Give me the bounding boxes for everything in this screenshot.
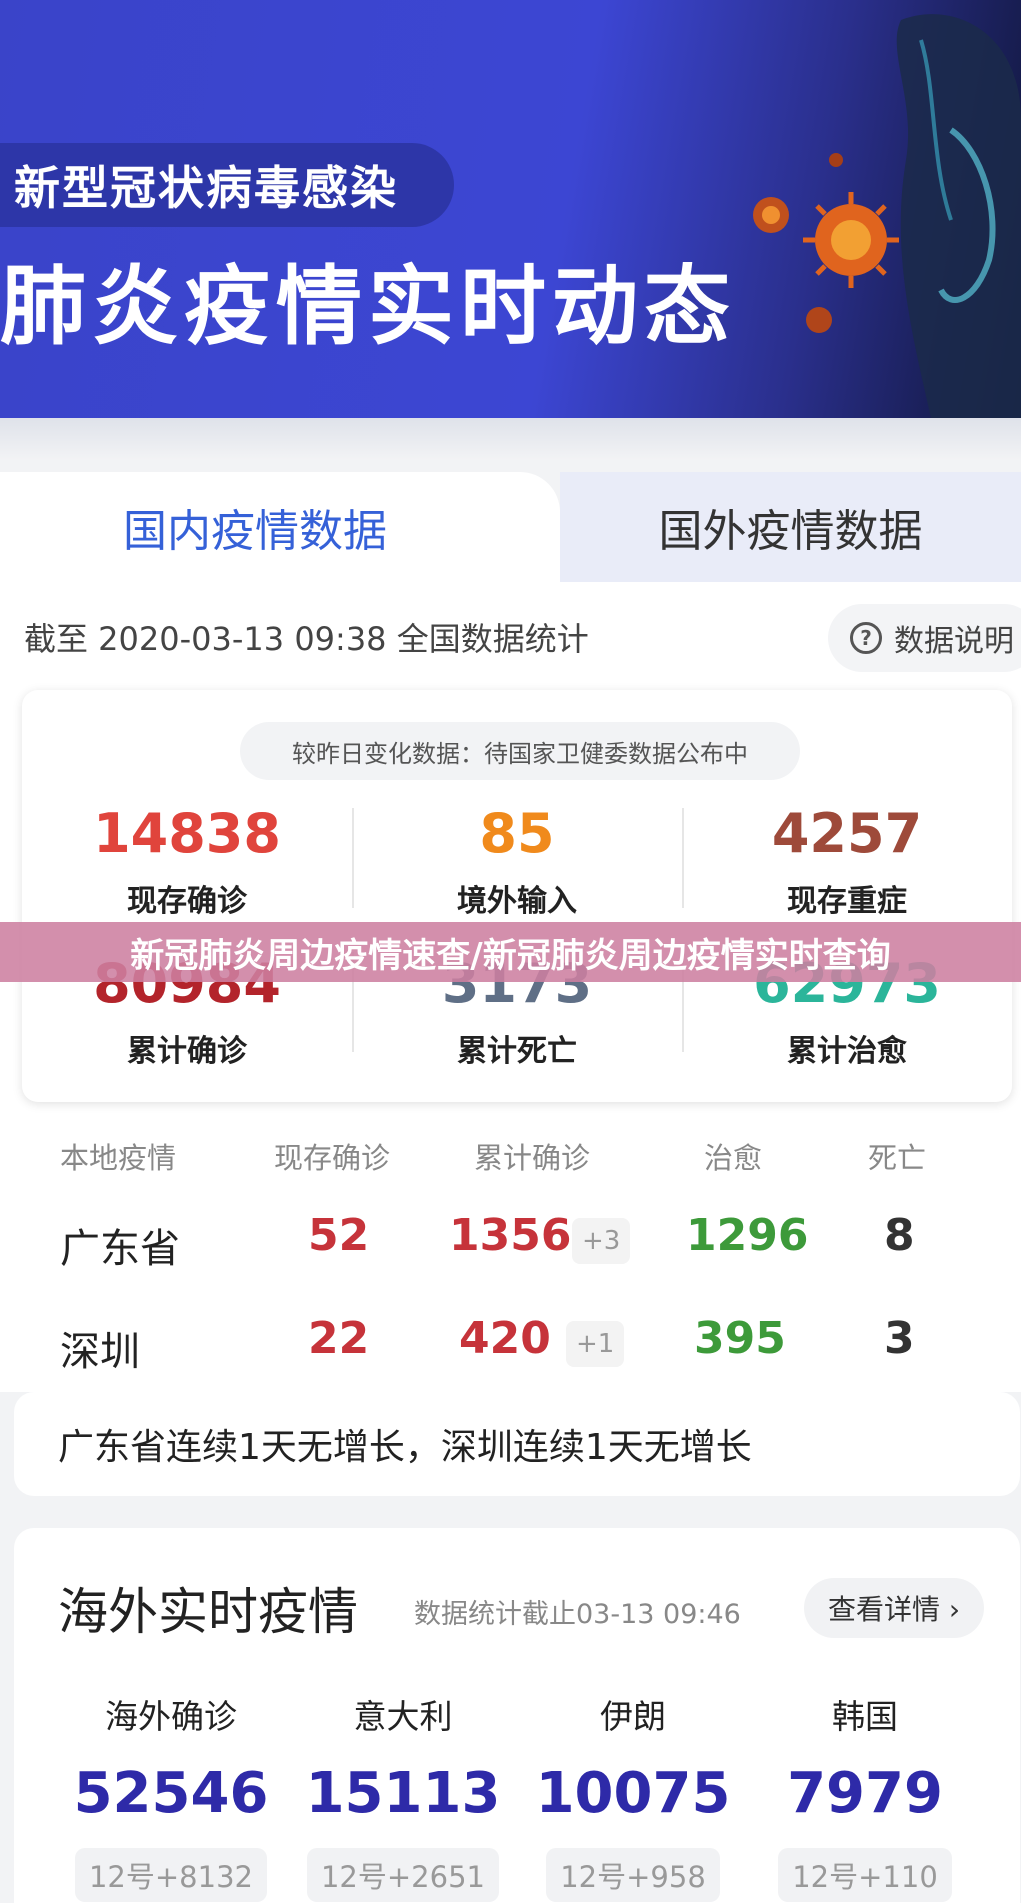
country-value: 15113 bbox=[305, 1761, 501, 1826]
country-delta: 12号+2651 bbox=[306, 1848, 499, 1902]
view-details-button[interactable]: 查看详情 › bbox=[804, 1578, 984, 1638]
region-name: 广东省 bbox=[60, 1226, 180, 1272]
cured: 1296 bbox=[686, 1210, 809, 1261]
overseas-title: 海外实时疫情 bbox=[58, 1583, 358, 1641]
overseas-stat: 意大利 15113 12号+2651 bbox=[288, 1690, 518, 1902]
current-confirmed: 52 bbox=[308, 1210, 370, 1261]
increase-badge: +1 bbox=[566, 1321, 625, 1367]
stat-label: 累计死亡 bbox=[457, 1034, 577, 1069]
stat-label: 境外输入 bbox=[457, 884, 577, 919]
question-icon: ? bbox=[850, 622, 882, 654]
hero-banner: 新型冠状病毒感染 肺炎疫情实时动态 bbox=[0, 0, 1021, 418]
country-value: 10075 bbox=[535, 1761, 731, 1826]
stat-value: 14838 bbox=[93, 802, 281, 865]
total-confirmed: 420 bbox=[459, 1313, 551, 1364]
growth-notice: 广东省连续1天无增长，深圳连续1天无增长 bbox=[14, 1392, 1020, 1496]
table-row[interactable]: 深圳 22 420 +1 395 3 bbox=[0, 1313, 1021, 1393]
overseas-stat: 海外确诊 52546 12号+8132 bbox=[56, 1690, 286, 1902]
stats-card: 较昨日变化数据：待国家卫健委数据公布中 14838 现存确诊 85 境外输入 4… bbox=[22, 690, 1012, 1102]
change-note: 较昨日变化数据：待国家卫健委数据公布中 bbox=[240, 722, 800, 780]
data-explanation-button[interactable]: ? 数据说明 bbox=[828, 604, 1021, 672]
stat-label: 现存确诊 bbox=[127, 884, 247, 919]
total-confirmed: 1356 bbox=[449, 1210, 572, 1261]
deaths: 8 bbox=[884, 1210, 915, 1261]
country-name: 海外确诊 bbox=[105, 1697, 237, 1736]
banner-subtitle: 新型冠状病毒感染 bbox=[0, 143, 454, 227]
overseas-timestamp: 数据统计截止03-13 09:46 bbox=[414, 1599, 741, 1630]
overseas-stat: 韩国 7979 12号+110 bbox=[750, 1690, 980, 1902]
stat-label: 累计治愈 bbox=[787, 1034, 907, 1069]
article-title-overlay: 新冠肺炎周边疫情速查/新冠肺炎周边疫情实时查询 bbox=[0, 922, 1021, 982]
stats-timestamp: 截至 2020-03-13 09:38 全国数据统计 bbox=[24, 620, 589, 658]
stat-imported: 85 境外输入 bbox=[352, 802, 682, 920]
overseas-card: 海外实时疫情 数据统计截止03-13 09:46 查看详情 › 海外确诊 525… bbox=[14, 1528, 1020, 1903]
data-tabs: 国外疫情数据 国内疫情数据 bbox=[0, 472, 1021, 582]
current-confirmed: 22 bbox=[308, 1313, 370, 1364]
local-header-region: 本地疫情 bbox=[60, 1141, 177, 1175]
tab-foreign-data[interactable]: 国外疫情数据 bbox=[560, 472, 1021, 582]
stat-label: 累计确诊 bbox=[127, 1034, 247, 1069]
tab-domestic-data[interactable]: 国内疫情数据 bbox=[0, 472, 560, 582]
cured: 395 bbox=[694, 1313, 786, 1364]
local-header-cured: 治愈 bbox=[704, 1141, 763, 1175]
country-name: 伊朗 bbox=[600, 1697, 666, 1736]
local-header-total: 累计确诊 bbox=[474, 1141, 591, 1175]
country-delta: 12号+958 bbox=[546, 1848, 720, 1902]
increase-badge: +3 bbox=[572, 1218, 631, 1264]
country-value: 52546 bbox=[73, 1761, 269, 1826]
table-row[interactable]: 广东省 52 1356 +3 1296 8 bbox=[0, 1210, 1021, 1290]
banner-title: 肺炎疫情实时动态 bbox=[0, 257, 736, 357]
stat-severe: 4257 现存重症 bbox=[682, 802, 1012, 920]
virus-illustration bbox=[753, 14, 1021, 418]
stat-value: 4257 bbox=[771, 802, 923, 865]
local-header-current: 现存确诊 bbox=[274, 1141, 391, 1175]
country-value: 7979 bbox=[787, 1761, 943, 1826]
country-name: 韩国 bbox=[832, 1697, 898, 1736]
region-name: 深圳 bbox=[60, 1329, 140, 1375]
deaths: 3 bbox=[884, 1313, 915, 1364]
stat-value: 85 bbox=[479, 802, 555, 865]
country-delta: 12号+110 bbox=[778, 1848, 952, 1902]
local-header-deaths: 死亡 bbox=[868, 1141, 927, 1175]
stat-label: 现存重症 bbox=[787, 884, 907, 919]
banner-shadow bbox=[0, 418, 1021, 460]
overseas-stat: 伊朗 10075 12号+958 bbox=[518, 1690, 748, 1902]
stat-current-confirmed: 14838 现存确诊 bbox=[22, 802, 352, 920]
country-delta: 12号+8132 bbox=[74, 1848, 267, 1902]
virus-icon bbox=[803, 192, 899, 288]
country-name: 意大利 bbox=[353, 1697, 453, 1736]
data-explanation-label: 数据说明 bbox=[894, 624, 1014, 659]
